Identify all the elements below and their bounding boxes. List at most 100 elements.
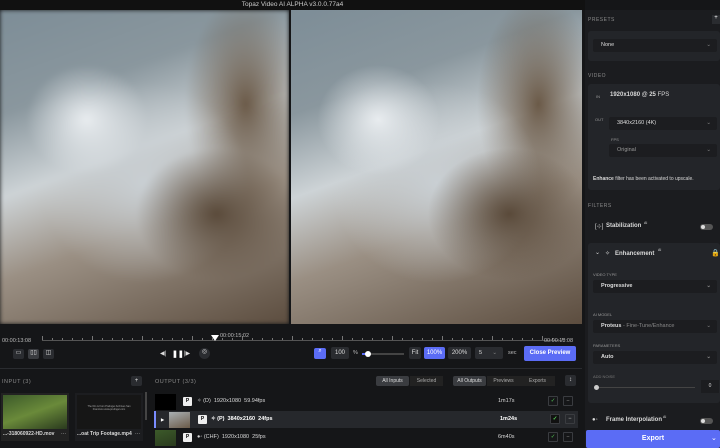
export-button[interactable]: Export <box>586 430 720 448</box>
preset-select[interactable]: None <box>593 39 717 52</box>
input-file-card[interactable]: ...-318060922-HD.mov ··· <box>1 393 69 441</box>
ruler-tick <box>422 338 423 340</box>
check-icon[interactable]: ✓ <box>550 414 560 424</box>
export-options-chevron-icon[interactable]: ⌄ <box>711 434 717 442</box>
render-time: 1m24s <box>500 416 518 422</box>
frame-interpolation-toggle[interactable] <box>700 418 713 424</box>
output-resolution-select[interactable]: 3840x2160 (4K) <box>609 117 717 130</box>
output-spec: ✧ (P) 3840x2160 24fps <box>211 416 273 422</box>
prev-frame-icon[interactable]: ◀| <box>160 350 166 357</box>
zoom-icon[interactable]: ⌕ <box>314 348 326 359</box>
filter-previews[interactable]: Previews <box>487 376 520 386</box>
remove-icon[interactable]: − <box>563 396 573 406</box>
next-frame-icon[interactable]: |▶ <box>184 350 190 357</box>
input-file-card[interactable]: The film is from Prelinger Archives San … <box>75 393 143 441</box>
output-thumbnail <box>155 393 176 410</box>
input-file-name: ...-318060922-HD.mov <box>3 431 55 437</box>
filter-all-inputs[interactable]: All Inputs <box>376 376 409 386</box>
parameters-label: PARAMETERS <box>593 343 621 348</box>
ai-model-select[interactable]: Proteus - Fine-Tune/Enhance <box>593 320 717 333</box>
input-scrollbar[interactable] <box>145 392 147 420</box>
video-header: VIDEO <box>588 73 607 79</box>
ruler-tick <box>502 338 503 340</box>
expand-icon[interactable]: ▶ <box>161 411 164 428</box>
lock-icon[interactable]: 🔒 <box>711 249 720 257</box>
fit-button[interactable]: Fit <box>409 347 421 359</box>
pause-icon[interactable]: ❚❚ <box>172 350 184 358</box>
fps: 59.94fps <box>244 398 266 404</box>
ai-badge: AI <box>663 415 667 419</box>
add-noise-slider[interactable] <box>595 387 695 388</box>
window-title: Topaz Video AI ALPHA v3.0.0.77a4 <box>0 0 585 10</box>
output-spec: ✧ (D) 1920x1080 59.94fps <box>197 398 266 404</box>
render-time: 1m17s <box>498 398 515 404</box>
ruler-tick <box>52 338 53 340</box>
ruler-tick <box>272 338 273 340</box>
filter-all-outputs[interactable]: All Outputs <box>453 376 486 386</box>
stabilization-icon: [⊹] <box>595 224 604 230</box>
filter-exports[interactable]: Exports <box>520 376 555 386</box>
resolution: 3840x2160 <box>227 416 256 422</box>
fps-select[interactable]: Original <box>609 144 717 157</box>
preview-settings-icon[interactable]: ◎ <box>199 348 210 359</box>
remove-icon[interactable]: − <box>563 432 573 442</box>
single-view-button[interactable]: ▭ <box>13 349 24 359</box>
more-icon[interactable]: ··· <box>61 431 66 437</box>
frame-interpolation-label: Frame Interpolation <box>606 417 663 423</box>
ruler-tick <box>162 338 163 340</box>
ruler-tick <box>72 338 73 340</box>
check-icon[interactable]: ✓ <box>548 432 558 442</box>
duration-select[interactable]: 5 <box>475 347 503 359</box>
ruler-tick <box>302 338 303 340</box>
ai-model-label: AI MODEL <box>593 312 613 317</box>
video-type-select[interactable]: Progressive <box>593 280 717 293</box>
zoom-100-button[interactable]: 100% <box>424 347 445 359</box>
playhead[interactable] <box>211 335 219 341</box>
enhancement-label: Enhancement <box>615 251 655 257</box>
frame-interpolation-icon: ●◦ <box>592 417 598 423</box>
stabilization-toggle[interactable] <box>700 224 713 230</box>
ruler-tick <box>142 336 143 340</box>
ruler-tick <box>92 336 93 340</box>
ruler-tick <box>192 336 193 340</box>
add-preset-button[interactable]: + <box>712 15 720 24</box>
timeline-end: 00:00:18:08 <box>544 338 574 344</box>
add-noise-handle[interactable] <box>594 385 599 390</box>
enhanced-preview <box>291 10 582 324</box>
output-row-selected[interactable]: ▶ P ✧ (P) 3840x2160 24fps 1m24s ✓ − <box>154 411 578 428</box>
in-label: IN <box>596 94 600 99</box>
zoom-input[interactable]: 100 <box>331 347 349 359</box>
ruler-tick <box>452 338 453 340</box>
output-row[interactable]: P ✧ (D) 1920x1080 59.94fps 1m17s ✓ − <box>155 393 577 410</box>
ruler-tick <box>542 336 543 340</box>
ruler-tick <box>312 338 313 340</box>
ruler-tick <box>112 338 113 340</box>
preset-badge: P <box>198 415 207 424</box>
close-preview-button[interactable]: Close Preview <box>524 346 576 361</box>
zoom-slider-handle[interactable] <box>365 351 371 357</box>
ruler-tick <box>402 338 403 340</box>
split-view-button[interactable]: ◫ <box>43 349 54 359</box>
in-value: 1920x1080 @ 25 <box>610 92 656 98</box>
filter-selected[interactable]: Selected <box>410 376 443 386</box>
presets-card: None <box>588 31 720 61</box>
chevron-down-icon[interactable]: ⌄ <box>595 249 600 256</box>
settings-sidebar: PRESETS + None VIDEO IN 1920x1080 @ 25 F… <box>585 10 720 448</box>
remove-icon[interactable]: − <box>565 414 575 424</box>
more-icon[interactable]: ··· <box>135 431 140 437</box>
add-input-button[interactable]: + <box>131 376 142 386</box>
preset-badge: P <box>183 397 192 406</box>
output-row[interactable]: P ●◦ (CHF) 1920x1080 25fps 6m40s ✓ − <box>155 429 577 446</box>
add-noise-input[interactable]: 0 <box>701 380 719 393</box>
sort-icon[interactable]: ↕ <box>565 375 576 386</box>
timeline-scrubber[interactable] <box>42 336 563 341</box>
input-file-name: ...oat Trip Footage.mp4 <box>77 431 132 437</box>
zoom-200-button[interactable]: 200% <box>448 347 471 359</box>
ruler-tick <box>522 338 523 340</box>
check-icon[interactable]: ✓ <box>548 396 558 406</box>
input-resolution: 1920x1080 @ 25 FPS <box>610 92 669 98</box>
ruler-tick <box>412 338 413 340</box>
side-by-side-button[interactable]: ▯▯ <box>28 349 39 359</box>
timeline-start: 00:00:13:08 <box>2 338 32 344</box>
parameters-select[interactable]: Auto <box>593 351 717 364</box>
